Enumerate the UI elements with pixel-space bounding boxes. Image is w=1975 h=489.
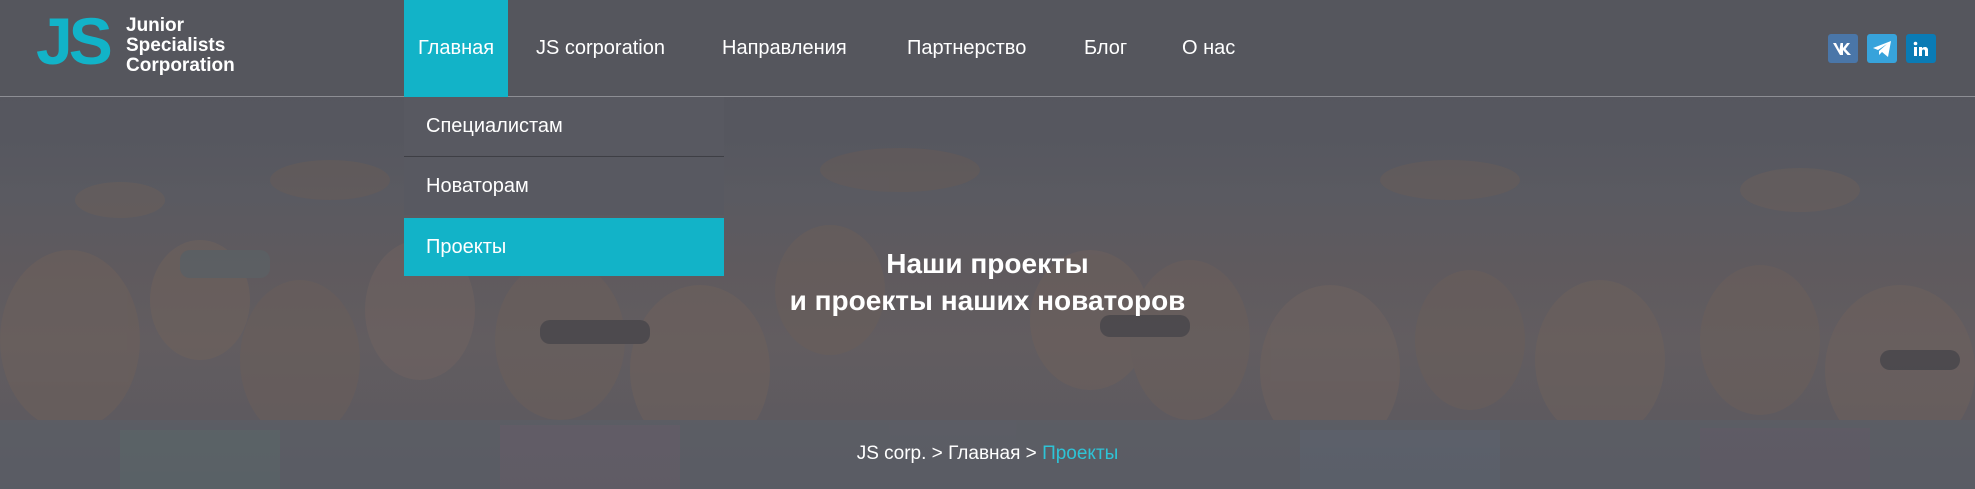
nav-item-directions[interactable]: Направления bbox=[722, 0, 847, 97]
logo-line-corporation: Corporation bbox=[126, 55, 235, 76]
nav-item-home[interactable]: Главная bbox=[404, 0, 508, 97]
nav-item-partnership[interactable]: Партнерство bbox=[907, 0, 1026, 97]
site-header: JS Junior Specialists Corporation Главна… bbox=[0, 0, 1975, 97]
logo-line-junior: Junior bbox=[126, 15, 185, 36]
breadcrumb-item-js-corp[interactable]: JS corp. bbox=[857, 443, 927, 464]
nav-item-js-corporation[interactable]: JS corporation bbox=[536, 0, 665, 97]
breadcrumb-separator: > bbox=[1025, 443, 1037, 464]
linkedin-link[interactable] bbox=[1906, 34, 1936, 63]
logo-wordmark: Junior Specialists Corporation bbox=[126, 16, 235, 76]
page-title-line-1: Наши проекты bbox=[886, 248, 1089, 279]
breadcrumb-separator: > bbox=[931, 443, 943, 464]
breadcrumb: JS corp. > Главная > Проекты bbox=[740, 443, 1235, 465]
telegram-link[interactable] bbox=[1867, 34, 1897, 63]
logo-line-specialists: Specialists bbox=[126, 35, 226, 56]
logo-mark: JS bbox=[36, 4, 113, 78]
submenu-item-projects[interactable]: Проекты bbox=[404, 218, 724, 276]
page-title-line-2: и проекты наших новаторов bbox=[789, 285, 1186, 316]
page-title: Наши проекты и проекты наших новаторов bbox=[700, 245, 1275, 319]
telegram-icon bbox=[1873, 40, 1891, 57]
vk-icon bbox=[1833, 42, 1851, 55]
linkedin-icon bbox=[1913, 41, 1928, 56]
breadcrumb-item-current: Проекты bbox=[1042, 443, 1119, 464]
nav-item-blog[interactable]: Блог bbox=[1084, 0, 1127, 97]
nav-item-about[interactable]: О нас bbox=[1182, 0, 1235, 97]
submenu-item-innovators[interactable]: Новаторам bbox=[404, 157, 724, 215]
breadcrumb-item-home[interactable]: Главная bbox=[948, 443, 1020, 464]
submenu-item-specialists[interactable]: Специалистам bbox=[404, 97, 724, 155]
vk-link[interactable] bbox=[1828, 34, 1858, 63]
site-logo[interactable]: JS Junior Specialists Corporation bbox=[36, 8, 266, 80]
